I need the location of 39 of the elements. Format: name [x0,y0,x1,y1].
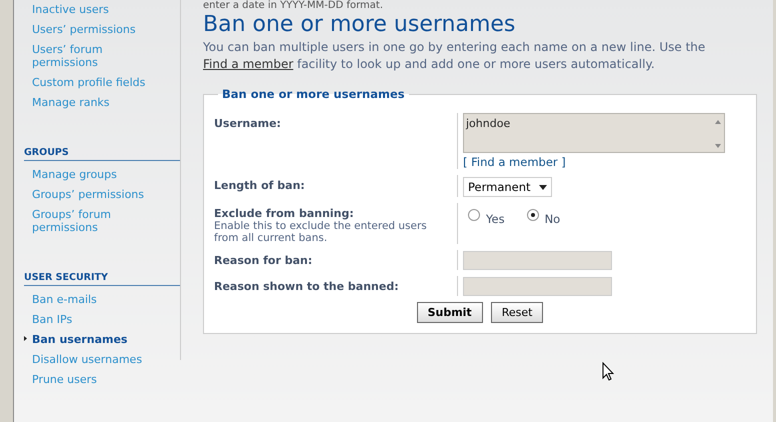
sidebar-link[interactable]: Users’ permissions [24,20,162,40]
sidebar-link[interactable]: Disallow usernames [24,350,162,370]
radio-button[interactable] [468,209,480,221]
reason-input[interactable] [463,251,612,270]
cursor-icon [602,362,614,382]
ban-length-select[interactable]: Permanent [463,177,552,197]
sidebar-link[interactable]: Prune users [24,370,162,390]
intro-paragraph: You can ban multiple users in one go by entering each name on a new line. Use the Find a member facility to look up and add one or more users automatically. [203,39,706,73]
sidebar-link[interactable]: Ban e-mails [24,290,162,310]
form-legend: Ban one or more usernames [218,87,409,101]
field-label: Reason for ban: [214,253,314,267]
sidebar-link[interactable]: Groups’ forum permissions [24,205,162,238]
find-member-link[interactable]: [ Find a member ] [463,155,566,169]
radio-label: No [544,212,560,226]
caret-icon [538,184,547,190]
username-textarea[interactable]: johndoe [463,113,725,153]
page-title: Ban one or more usernames [203,12,516,37]
sidebar-link[interactable]: Inactive users [24,0,162,20]
radio-label: Yes [486,212,505,226]
field-label: Reason shown to the banned: [214,279,400,293]
submit-button[interactable]: Submit [416,302,483,323]
radio-button[interactable] [526,209,539,221]
field-label: Username: [214,116,282,130]
sidebar-link[interactable]: Ban IPs [24,310,162,330]
find-member-link[interactable]: Find a member [203,57,294,71]
sidebar-link[interactable]: Manage ranks [24,93,162,113]
sidebar-link[interactable]: Ban usernames [24,330,162,350]
sidebar-link[interactable]: Users’ forum permissions [24,40,162,73]
reason-input[interactable] [463,277,612,296]
reset-button[interactable]: Reset [490,302,544,323]
field-explanation: Enable this to exclude the entered users from all current bans. [214,220,428,244]
field-label: Exclude from banning: [214,206,355,220]
instruction-text: enter a date in YYYY-MM-DD format. [203,0,384,12]
section-heading: USER SECURITY [24,266,180,286]
sidebar-link[interactable]: Manage groups [24,165,162,185]
sidebar-link[interactable]: Groups’ permissions [24,185,162,205]
sidebar-link[interactable]: Custom profile fields [24,73,162,93]
section-heading: GROUPS [24,141,180,161]
field-label: Length of ban: [214,178,306,192]
